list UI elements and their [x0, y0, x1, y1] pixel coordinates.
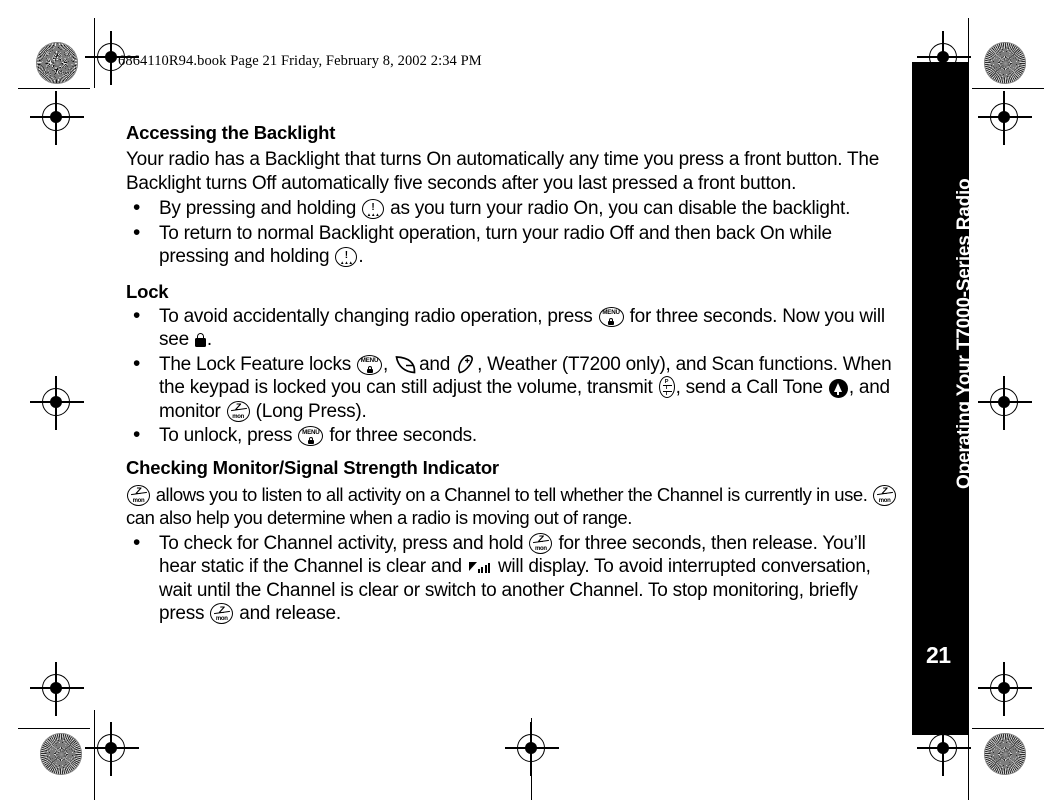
crop-line-left-top-horizontal [18, 88, 90, 90]
print-control-starburst-bottom-right [984, 733, 1026, 775]
registration-mark-bottom-right [917, 722, 971, 776]
bullet-text-part: . [206, 329, 212, 350]
registration-mark-left-top [30, 91, 84, 145]
bullet-marker: • [133, 423, 141, 446]
menu-key-label: MENU [360, 357, 379, 364]
crop-line-bottom-left-vertical [94, 710, 96, 800]
ptt-key-label-3: T [664, 391, 669, 397]
paragraph-backlight-intro: Your radio has a Backlight that turns On… [126, 149, 880, 194]
bullet-list-lock: • To avoid accidentally changing radio o… [126, 303, 901, 448]
bullet-text-part: , send a Call Tone [675, 377, 824, 398]
bullet-text-part: , [383, 353, 389, 375]
bullet-text-part: By pressing and holding [159, 198, 357, 219]
alert-key-label: ! [371, 201, 375, 213]
paragraph-monitor-intro: Z mon allows you to listen to all activi… [126, 483, 901, 530]
registration-mark-left-middle [30, 376, 84, 430]
alert-key-label: ! [344, 249, 349, 261]
call-tone-icon [828, 379, 848, 398]
monitor-key-sublabel: mon [535, 545, 547, 552]
monitor-key-icon: Z mon [226, 400, 250, 422]
list-item: • By pressing and holding ! ▲▲▲ as you t… [126, 196, 901, 221]
list-item: • To avoid accidentally changing radio o… [126, 303, 901, 352]
monitor-key-icon: Z mon [873, 484, 897, 506]
menu-key-pad-glyph [608, 317, 615, 325]
list-item: • To check for Channel activity, press a… [126, 530, 901, 626]
bullet-text-part: To check for Channel activity, press and… [159, 532, 524, 554]
menu-key-icon: MENU [598, 306, 624, 327]
crop-line-bottom-center-vertical [531, 718, 533, 800]
page-content: Accessing the Backlight Your radio has a… [126, 122, 901, 627]
print-control-starburst-bottom-left [40, 733, 82, 775]
registration-mark-bottom-left [85, 722, 139, 776]
menu-key-icon: MENU [357, 354, 383, 375]
crop-line-top-left-vertical [94, 18, 96, 88]
bullet-marker: • [133, 220, 141, 244]
bullet-marker: • [133, 196, 141, 219]
registration-mark-right-top [978, 91, 1032, 145]
crop-line-left-bottom-horizontal [18, 728, 90, 730]
paragraph-text-part: allows you to listen to all activity on … [155, 483, 868, 505]
signal-strength-icon [468, 560, 491, 574]
bullet-text-part: To avoid accidentally changing radio ope… [159, 305, 593, 327]
call-alert-icon [395, 355, 417, 374]
bullet-list-backlight: • By pressing and holding ! ▲▲▲ as you t… [126, 196, 901, 269]
bullet-text-part: The Lock Feature locks [159, 353, 351, 375]
monitor-key-sublabel: mon [232, 413, 245, 420]
bullet-text-part: To unlock, press [159, 425, 293, 446]
registration-mark-right-middle [978, 376, 1032, 430]
print-control-starburst-top-right [984, 42, 1026, 84]
menu-key-pad-glyph [366, 365, 373, 373]
heading-lock: Lock [126, 280, 169, 302]
bullet-text-part: (Long Press). [255, 400, 367, 422]
monitor-key-sublabel: mon [132, 497, 145, 504]
channel-plus-icon [456, 354, 476, 374]
monitor-key-icon: Z mon [210, 603, 234, 624]
alert-key-sublabel: ▲▲▲ [340, 259, 353, 265]
registration-mark-left-bottom [30, 662, 84, 716]
bullet-list-monitor: • To check for Channel activity, press a… [126, 530, 901, 626]
chapter-title: Operating Your T7000-Series Radio [954, 178, 975, 489]
alert-key-icon: ! ▲▲▲ [362, 199, 385, 219]
book-file-header: 6864110R94.book Page 21 Friday, February… [118, 53, 482, 69]
padlock-icon [194, 333, 206, 347]
monitor-key-icon: Z mon [529, 532, 553, 554]
list-item: • To unlock, press MENU for three second… [126, 423, 901, 448]
menu-key-pad-glyph [307, 437, 314, 444]
monitor-key-icon: Z mon [127, 484, 150, 506]
bullet-text-part: for three seconds. [329, 425, 477, 446]
alert-key-sublabel: ▲▲▲ [366, 211, 380, 217]
monitor-key-sublabel: mon [215, 616, 228, 622]
list-item: • The Lock Feature locks MENU , and , We… [126, 351, 901, 424]
bullet-text-part: and [419, 353, 451, 375]
bullet-marker: • [133, 530, 141, 554]
alert-key-icon: ! ▲▲▲ [335, 247, 358, 267]
heading-checking-monitor-signal-strength: Checking Monitor/Signal Strength Indicat… [126, 456, 499, 478]
print-control-starburst-top-left [36, 42, 78, 84]
ptt-key-icon: P T T [658, 376, 675, 398]
list-item: • To return to normal Backlight operatio… [126, 220, 901, 269]
heading-accessing-the-backlight: Accessing the Backlight [126, 122, 336, 143]
bullet-marker: • [133, 351, 141, 375]
monitor-key-sublabel: mon [878, 497, 891, 504]
bullet-text-part: as you turn your radio On, you can disab… [390, 198, 851, 219]
crop-line-right-top-horizontal [972, 88, 1044, 90]
chapter-side-tab: Operating Your T7000-Series Radio 21 [912, 62, 975, 735]
bullet-text-part: To return to normal Backlight operation,… [159, 222, 832, 268]
bullet-text-part: . [358, 246, 364, 267]
registration-mark-right-bottom [978, 662, 1032, 716]
bullet-marker: • [133, 303, 141, 327]
crop-line-right-bottom-horizontal [972, 728, 1044, 730]
menu-key-label: MENU [302, 428, 320, 436]
page-number: 21 [926, 642, 951, 668]
menu-key-icon: MENU [298, 426, 324, 446]
paragraph-text-part: can also help you determine when a radio… [126, 507, 632, 528]
bullet-text-part: and release. [239, 603, 341, 624]
menu-key-label: MENU [602, 309, 620, 316]
